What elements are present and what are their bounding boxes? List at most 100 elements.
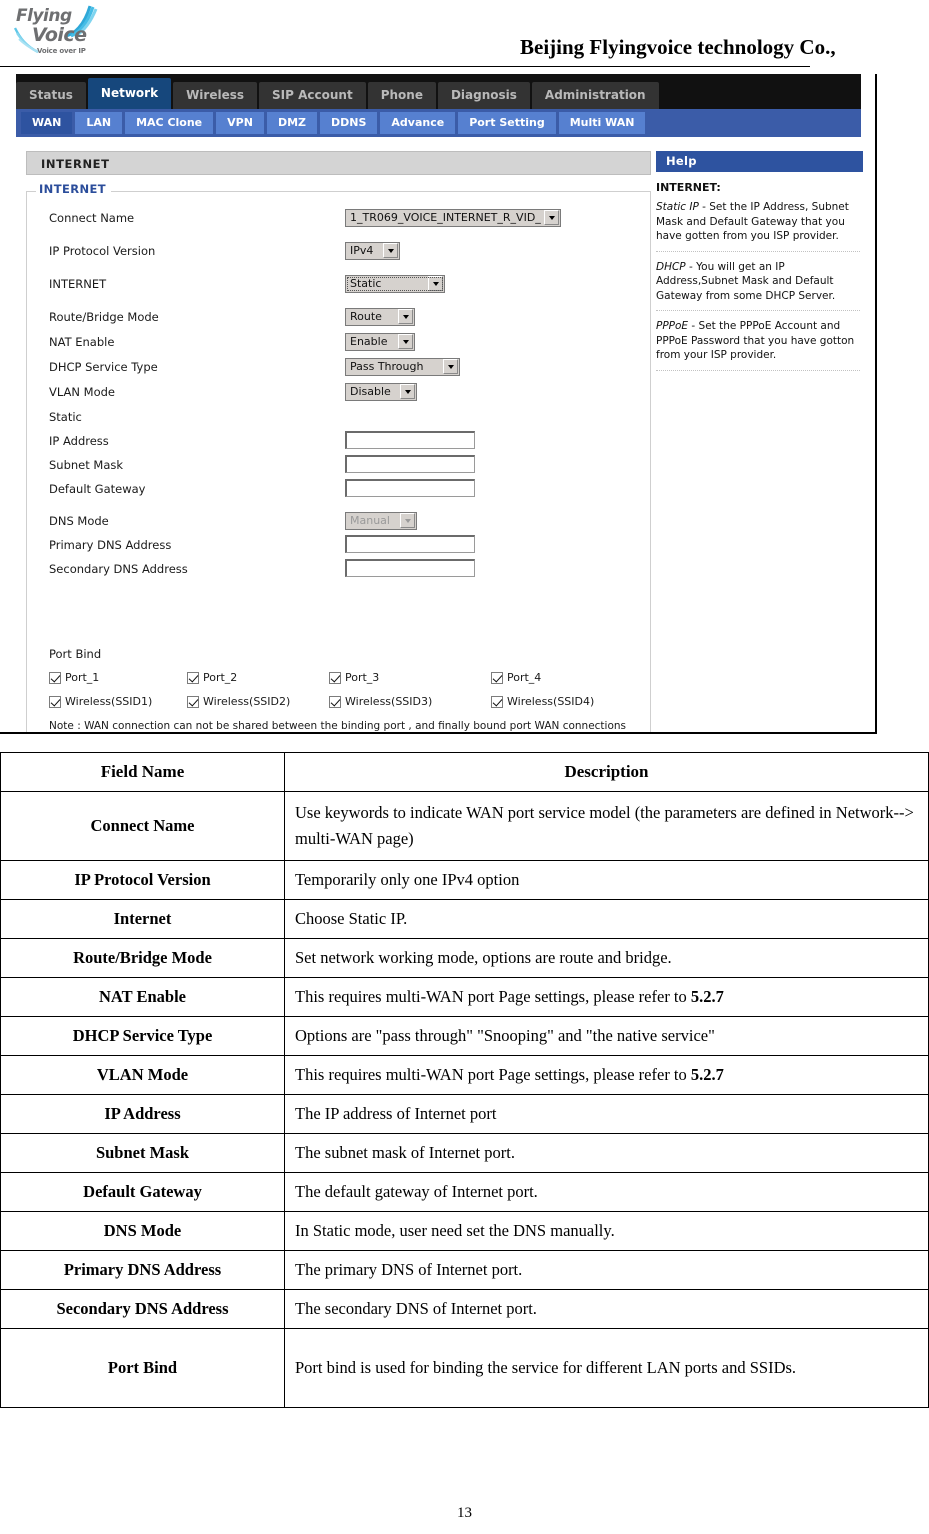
- ip-address-input[interactable]: [345, 431, 475, 449]
- dns-mode-select[interactable]: Manual: [345, 511, 417, 530]
- primary-dns-input[interactable]: [345, 535, 475, 553]
- vlan-mode-select[interactable]: Disable: [345, 382, 417, 401]
- chevron-down-icon[interactable]: [443, 359, 458, 374]
- label-static-group: Static: [49, 410, 82, 424]
- internet-mode-select[interactable]: Static: [345, 274, 445, 293]
- form-row-default-gateway: Default Gateway: [27, 479, 650, 503]
- ip-protocol-version-select[interactable]: IPv4: [345, 241, 400, 260]
- header-divider: [0, 66, 810, 67]
- chevron-down-icon[interactable]: [398, 309, 413, 324]
- top-nav-tab-status[interactable]: Status: [16, 82, 86, 109]
- checkbox-checked-icon[interactable]: [187, 671, 199, 684]
- page-content: INTERNET INTERNET Connect Name 1_TR069_V…: [16, 137, 863, 732]
- field-vlan-mode: Disable: [345, 382, 417, 401]
- label-internet: INTERNET: [49, 277, 107, 291]
- label-ip-address: IP Address: [49, 434, 109, 448]
- sub-nav-item-ddns[interactable]: DDNS: [320, 112, 378, 134]
- table-cell-description: Options are "pass through" "Snooping" an…: [284, 1016, 929, 1056]
- checkbox-checked-icon[interactable]: [187, 695, 199, 708]
- chevron-down-icon[interactable]: [428, 276, 443, 291]
- dhcp-service-type-select[interactable]: Pass Through: [345, 357, 460, 376]
- sub-nav-item-advance[interactable]: Advance: [380, 112, 456, 134]
- checkbox-wireless-ssid4[interactable]: Wireless(SSID4): [491, 695, 594, 708]
- table-head: Field Name Description: [0, 752, 929, 792]
- logo-tagline: Voice over IP: [37, 47, 86, 55]
- chevron-down-icon[interactable]: [400, 384, 415, 399]
- fieldset-box: Connect Name 1_TR069_VOICE_INTERNET_R_VI…: [26, 191, 651, 732]
- subnet-mask-input[interactable]: [345, 455, 475, 473]
- table-row: NAT Enable This requires multi-WAN port …: [0, 977, 929, 1017]
- table-cell-field: IP Address: [0, 1094, 285, 1134]
- table-row: Subnet Mask The subnet mask of Internet …: [0, 1133, 929, 1173]
- table-cell-description: Temporarily only one IPv4 option: [284, 860, 929, 900]
- top-nav-tab-wireless[interactable]: Wireless: [173, 82, 258, 109]
- checkbox-checked-icon[interactable]: [491, 695, 503, 708]
- checkbox-checked-icon[interactable]: [491, 671, 503, 684]
- connect-name-select[interactable]: 1_TR069_VOICE_INTERNET_R_VID_: [345, 208, 561, 227]
- checkbox-wireless-ssid3[interactable]: Wireless(SSID3): [329, 695, 432, 708]
- logo-word-flying: Flying: [16, 6, 72, 26]
- top-nav-tab-network[interactable]: Network: [87, 78, 172, 109]
- table-cell-field: Subnet Mask: [0, 1133, 285, 1173]
- field-ip-address: [345, 431, 475, 449]
- form-row-connect-name: Connect Name 1_TR069_VOICE_INTERNET_R_VI…: [27, 208, 650, 233]
- checkbox-checked-icon[interactable]: [49, 695, 61, 708]
- table-cell-reference: 5.2.7: [690, 987, 724, 1006]
- label-vlan-mode: VLAN Mode: [49, 385, 115, 399]
- sub-nav-item-dmz[interactable]: DMZ: [266, 112, 317, 134]
- top-nav-tab-diagnosis[interactable]: Diagnosis: [437, 82, 530, 109]
- checkbox-checked-icon[interactable]: [329, 695, 341, 708]
- field-secondary-dns: [345, 559, 475, 577]
- checkbox-wireless-ssid2[interactable]: Wireless(SSID2): [187, 695, 290, 708]
- table-cell-description: In Static mode, user need set the DNS ma…: [284, 1211, 929, 1251]
- sub-nav-item-port-setting[interactable]: Port Setting: [458, 112, 556, 134]
- form-row-static-group-label: Static: [27, 407, 650, 431]
- chevron-down-icon[interactable]: [400, 513, 415, 528]
- sub-nav-item-vpn[interactable]: VPN: [216, 112, 264, 134]
- checkbox-port-2[interactable]: Port_2: [187, 671, 237, 684]
- checkbox-port-3[interactable]: Port_3: [329, 671, 379, 684]
- table-cell-field: DNS Mode: [0, 1211, 285, 1251]
- fieldset-legend: INTERNET: [36, 182, 111, 196]
- label-connect-name: Connect Name: [49, 211, 135, 225]
- field-description-table: Field Name Description Connect Name Use …: [0, 752, 929, 1408]
- checkbox-checked-icon[interactable]: [49, 671, 61, 684]
- logo-word-voice: Voice: [32, 24, 87, 46]
- chevron-down-icon[interactable]: [544, 210, 559, 225]
- sub-nav-item-lan[interactable]: LAN: [75, 112, 123, 134]
- sub-nav-item-mac-clone[interactable]: MAC Clone: [125, 112, 214, 134]
- table-cell-field: Connect Name: [0, 791, 285, 861]
- top-nav-tab-sip-account[interactable]: SIP Account: [259, 82, 366, 109]
- table-cell-description: The IP address of Internet port: [284, 1094, 929, 1134]
- checkbox-label: Wireless(SSID4): [507, 695, 595, 708]
- form-row-vlan-mode: VLAN Mode Disable: [27, 382, 650, 407]
- field-nat-enable: Enable: [345, 332, 415, 351]
- secondary-dns-input[interactable]: [345, 559, 475, 577]
- top-nav-tab-phone[interactable]: Phone: [367, 82, 436, 109]
- checkbox-port-1[interactable]: Port_1: [49, 671, 99, 684]
- sub-nav-item-wan[interactable]: WAN: [21, 112, 73, 134]
- flyingvoice-logo: Flying Voice Voice over IP: [10, 4, 98, 60]
- chevron-down-icon[interactable]: [383, 243, 398, 258]
- table-row: Default Gateway The default gateway of I…: [0, 1172, 929, 1212]
- nat-enable-select[interactable]: Enable: [345, 332, 415, 351]
- checkbox-label: Port_4: [507, 671, 542, 684]
- nat-enable-value: Enable: [350, 335, 388, 348]
- internet-fieldset: INTERNET Connect Name 1_TR069_VOICE_INTE…: [26, 182, 651, 732]
- checkbox-checked-icon[interactable]: [329, 671, 341, 684]
- chevron-down-icon[interactable]: [398, 334, 413, 349]
- top-nav-tab-administration[interactable]: Administration: [531, 82, 659, 109]
- default-gateway-input[interactable]: [345, 479, 475, 497]
- help-panel-body: INTERNET: Static IP - Set the IP Address…: [656, 172, 860, 371]
- table-header-field-name: Field Name: [0, 752, 285, 792]
- checkbox-label: Wireless(SSID1): [65, 695, 153, 708]
- route-bridge-mode-value: Route: [350, 310, 382, 323]
- sub-nav-item-multi-wan[interactable]: Multi WAN: [558, 112, 646, 134]
- checkbox-wireless-ssid1[interactable]: Wireless(SSID1): [49, 695, 152, 708]
- route-bridge-mode-select[interactable]: Route: [345, 307, 415, 326]
- checkbox-port-4[interactable]: Port_4: [491, 671, 541, 684]
